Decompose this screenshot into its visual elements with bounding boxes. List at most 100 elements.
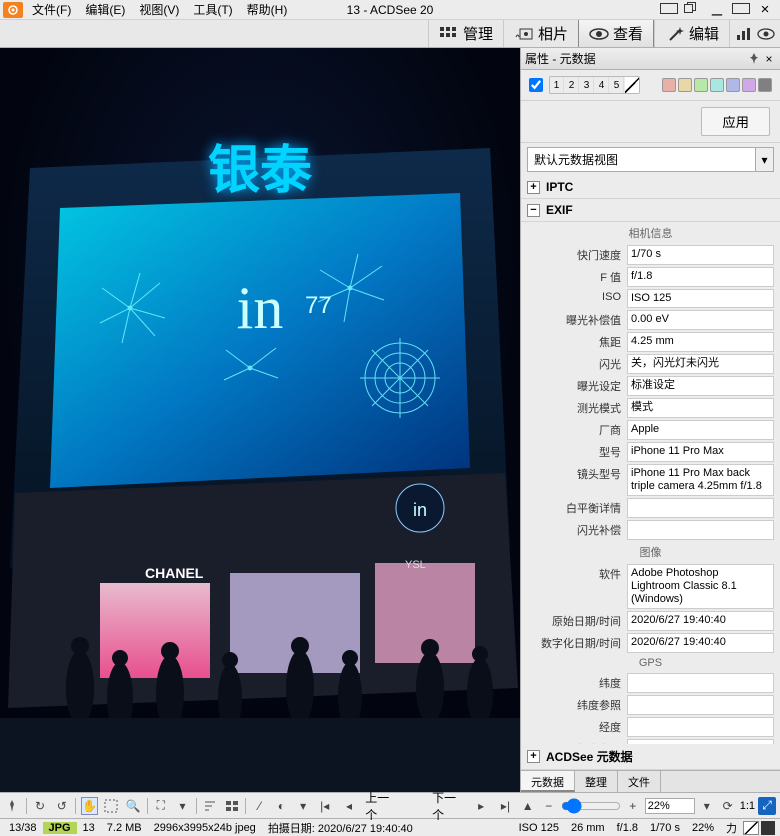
color-tag-0[interactable] bbox=[662, 78, 676, 92]
pin-icon[interactable] bbox=[748, 52, 762, 66]
menu-help[interactable]: 帮助(H) bbox=[241, 0, 294, 20]
rating-1[interactable]: 1 bbox=[550, 77, 564, 93]
rating-2[interactable]: 2 bbox=[565, 77, 579, 93]
svg-text:77: 77 bbox=[305, 292, 332, 319]
image-viewer[interactable]: 银泰 in 77 CHANEL YSL in bbox=[0, 48, 520, 792]
zoom-value[interactable]: 22% bbox=[645, 798, 695, 814]
meta-value[interactable]: f/1.8 bbox=[627, 267, 774, 287]
meta-row: 型号iPhone 11 Pro Max bbox=[521, 441, 780, 463]
meta-value[interactable]: iPhone 11 Pro Max bbox=[627, 442, 774, 462]
hand-tool-icon[interactable]: ✋ bbox=[81, 797, 98, 815]
meta-value[interactable]: Apple bbox=[627, 420, 774, 440]
zoom-dropdown-icon[interactable]: ▾ bbox=[698, 797, 716, 815]
meta-row: 纬度 bbox=[521, 672, 780, 694]
meta-value[interactable] bbox=[627, 717, 774, 737]
more-icon[interactable]: ▾ bbox=[295, 797, 312, 815]
panel-tab-整理[interactable]: 整理 bbox=[575, 771, 618, 792]
last-icon[interactable]: ▸| bbox=[497, 797, 513, 815]
color-tag-3[interactable] bbox=[710, 78, 724, 92]
mode-eye[interactable]: 查看 bbox=[578, 20, 654, 47]
meta-value[interactable]: iPhone 11 Pro Max back triple camera 4.2… bbox=[627, 464, 774, 496]
meta-value[interactable]: 4.25 mm bbox=[627, 332, 774, 352]
statusbar: 13/38 JPG 13 7.2 MB 2996x3995x24b jpeg 拍… bbox=[0, 818, 780, 836]
panel-tab-元数据[interactable]: 元数据 bbox=[521, 771, 575, 792]
zoom-out-icon[interactable]: − bbox=[540, 797, 558, 815]
next-icon[interactable]: ▸ bbox=[473, 797, 489, 815]
rating-clear[interactable] bbox=[625, 77, 639, 93]
section-exif[interactable]: −EXIF bbox=[521, 199, 780, 222]
meta-value[interactable] bbox=[627, 498, 774, 518]
brush-icon[interactable]: ⁄ bbox=[251, 797, 268, 815]
fullscreen-icon[interactable]: ⤢ bbox=[758, 797, 776, 815]
status-focal: 26 mm bbox=[565, 822, 611, 834]
zoom-in-icon[interactable]: + bbox=[624, 797, 642, 815]
menu-view[interactable]: 视图(V) bbox=[133, 0, 185, 20]
meta-value[interactable]: Adobe Photoshop Lightroom Classic 8.1 (W… bbox=[627, 564, 774, 609]
exif-body: 相机信息 快门速度1/70 sF 值f/1.8ISOISO 125曝光补偿值0.… bbox=[521, 222, 780, 744]
minimize-button[interactable]: _ bbox=[708, 0, 726, 17]
layout-a-icon[interactable] bbox=[660, 2, 678, 17]
apply-button[interactable]: 应用 bbox=[701, 107, 770, 136]
meta-row: 闪光补偿 bbox=[521, 519, 780, 541]
sort-icon[interactable] bbox=[202, 797, 219, 815]
meta-value[interactable]: 2020/6/27 19:40:40 bbox=[627, 633, 774, 653]
fit-icon[interactable]: ▲ bbox=[519, 797, 537, 815]
status-brush-icon[interactable] bbox=[743, 821, 759, 835]
close-button[interactable]: × bbox=[756, 1, 774, 18]
layout-b-icon[interactable] bbox=[684, 2, 702, 17]
first-icon[interactable]: |◂ bbox=[316, 797, 332, 815]
adjust-icon[interactable]: ◐ bbox=[273, 797, 290, 815]
grid2-icon[interactable] bbox=[224, 797, 241, 815]
mode-hand-photo[interactable]: 相片 bbox=[503, 20, 578, 47]
color-tag-6[interactable] bbox=[758, 78, 772, 92]
meta-value[interactable]: 0.00 eV bbox=[627, 310, 774, 330]
chart-icon[interactable] bbox=[734, 26, 754, 42]
meta-value[interactable] bbox=[627, 520, 774, 540]
rotate-left-icon[interactable]: ↻ bbox=[32, 797, 49, 815]
menu-tools[interactable]: 工具(T) bbox=[187, 0, 238, 20]
panel-close-button[interactable]: × bbox=[762, 52, 776, 66]
color-tag-5[interactable] bbox=[742, 78, 756, 92]
prev-label[interactable]: 上一个 bbox=[365, 789, 398, 823]
panel-title: 属性 - 元数据 bbox=[525, 50, 596, 67]
meta-value[interactable]: 1/70 s bbox=[627, 245, 774, 265]
pin2-icon[interactable] bbox=[4, 797, 21, 815]
rating-3[interactable]: 3 bbox=[580, 77, 594, 93]
meta-value[interactable]: ISO 125 bbox=[627, 289, 774, 308]
meta-value[interactable]: 2020/6/27 19:40:40 bbox=[627, 611, 774, 631]
status-color-tag[interactable] bbox=[761, 821, 775, 835]
zoom-tool-icon[interactable]: 🔍 bbox=[125, 797, 142, 815]
next-label[interactable]: 下一个 bbox=[432, 789, 465, 823]
eye-small-icon[interactable] bbox=[756, 26, 776, 42]
rating-5[interactable]: 5 bbox=[610, 77, 624, 93]
rating-4[interactable]: 4 bbox=[595, 77, 609, 93]
section-iptc[interactable]: +IPTC bbox=[521, 176, 780, 199]
svg-text:in: in bbox=[413, 500, 427, 520]
dropdown-icon[interactable]: ▾ bbox=[174, 797, 191, 815]
menu-file[interactable]: 文件(F) bbox=[26, 0, 77, 20]
refresh-icon[interactable]: ⟳ bbox=[719, 797, 737, 815]
metadata-view-selector[interactable]: 默认元数据视图 bbox=[527, 147, 756, 172]
meta-value[interactable] bbox=[627, 673, 774, 693]
color-tag-1[interactable] bbox=[678, 78, 692, 92]
ratio-label[interactable]: 1:1 bbox=[740, 800, 755, 812]
select-tool-icon[interactable] bbox=[103, 797, 120, 815]
color-tag-4[interactable] bbox=[726, 78, 740, 92]
mode-grid[interactable]: 管理 bbox=[428, 20, 503, 47]
meta-value[interactable] bbox=[627, 695, 774, 715]
menu-edit[interactable]: 编辑(E) bbox=[79, 0, 131, 20]
rotate-right-icon[interactable]: ↺ bbox=[53, 797, 70, 815]
tag-checkbox[interactable] bbox=[529, 78, 543, 92]
panel-tab-文件[interactable]: 文件 bbox=[618, 771, 661, 792]
mode-wand[interactable]: 编辑 bbox=[654, 20, 729, 47]
meta-value[interactable]: 关，闪光灯未闪光 bbox=[627, 354, 774, 374]
expand-icon[interactable]: ⛶ bbox=[152, 797, 169, 815]
section-acdsee[interactable]: +ACDSee 元数据 bbox=[521, 744, 780, 770]
maximize-button[interactable] bbox=[732, 2, 750, 17]
color-tag-2[interactable] bbox=[694, 78, 708, 92]
zoom-slider[interactable] bbox=[561, 798, 621, 814]
prev-icon[interactable]: ◂ bbox=[341, 797, 357, 815]
meta-value[interactable]: 模式 bbox=[627, 398, 774, 418]
dropdown-arrow-icon[interactable]: ▾ bbox=[756, 147, 774, 172]
meta-value[interactable]: 标准设定 bbox=[627, 376, 774, 396]
